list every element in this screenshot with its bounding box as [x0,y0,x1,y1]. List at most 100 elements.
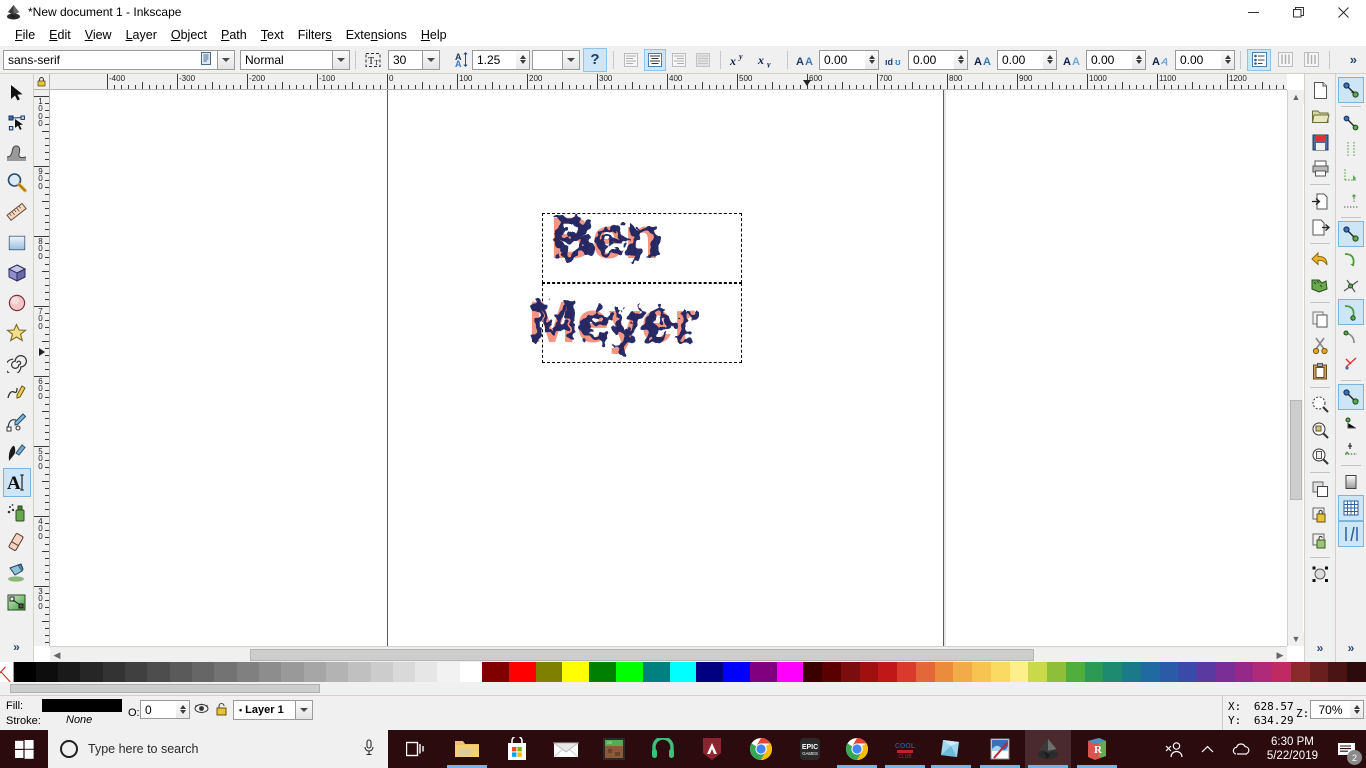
palette-swatch[interactable] [1197,662,1216,682]
vertical-scrollbar[interactable]: ▲ ▼ [1287,90,1304,646]
scroll-right-arrow[interactable]: ▶ [1273,647,1287,663]
menu-edit[interactable]: Edit [42,26,78,44]
palette-swatch[interactable] [990,662,1010,682]
show-hidden-icons-chevron[interactable] [1191,730,1225,768]
snap-path-button[interactable] [1338,247,1364,273]
palette-swatch[interactable] [1328,662,1348,682]
font-family-dropdown-arrow[interactable] [217,49,235,70]
palette-swatch[interactable] [370,662,393,682]
palette-swatch[interactable] [589,662,616,682]
zoom-page-button[interactable] [1307,443,1333,469]
snap-bbox-edge-midpoint-button[interactable] [1338,188,1364,214]
scroll-up-arrow[interactable]: ▲ [1288,90,1304,104]
word-spacing-stepper[interactable] [954,49,968,70]
palette-swatch[interactable] [615,662,643,682]
align-left-button[interactable] [620,49,642,71]
palette-swatch[interactable] [80,662,103,682]
taskbar-app-gaming-app[interactable]: COOL CLUB [882,730,928,768]
font-size-unit-icon[interactable]: T T [362,49,384,71]
redo-button[interactable] [1307,273,1333,299]
import-button[interactable] [1307,188,1333,214]
start-button[interactable] [0,730,48,768]
palette-swatch[interactable] [303,662,326,682]
palette-swatch[interactable] [1084,662,1104,682]
palette-swatch[interactable] [1028,662,1048,682]
palette-swatch[interactable] [102,662,126,682]
print-document-button[interactable] [1307,155,1333,181]
menu-object[interactable]: Object [164,26,214,44]
vertical-scroll-thumb[interactable] [1290,400,1302,500]
superscript-button[interactable]: x y [727,49,753,71]
group-button[interactable] [1307,502,1333,528]
palette-swatch[interactable] [392,662,416,682]
text-object-ben-meyer[interactable]: Ben Meyer Ben Meyer [520,200,770,380]
palette-scroll-thumb[interactable] [10,684,320,693]
node-tool[interactable] [3,108,31,137]
color-palette[interactable] [0,662,1366,682]
maximize-button[interactable] [1276,0,1321,24]
font-style-combo[interactable]: Normal [240,49,350,70]
taskbar-app-chrome[interactable] [738,730,784,768]
palette-swatch[interactable] [281,662,304,682]
toolbar-overflow-button[interactable]: » [1350,52,1363,67]
cut-button[interactable] [1307,332,1333,358]
menu-extensions[interactable]: Extensions [339,26,414,44]
palette-swatch[interactable] [1272,662,1291,682]
palette-swatch[interactable] [1309,662,1329,682]
scroll-down-arrow[interactable]: ▼ [1288,632,1304,646]
snap-smooth-node-button[interactable] [1338,325,1364,351]
align-center-button[interactable] [644,48,666,71]
taskbar-app-epic-games[interactable]: EPIC GAMES [787,730,833,768]
horizontal-scrollbar[interactable]: ◀ ▶ [50,646,1287,663]
vertical-ruler[interactable]: 1000 900 800 700 600 500 400 300 [34,90,50,646]
word-spacing-field[interactable]: 0.00 [908,49,968,70]
taskbar-app-roblox[interactable]: R [1074,730,1120,768]
copy-button[interactable] [1307,306,1333,332]
vertical-text-rl-button[interactable] [1273,49,1297,71]
gradient-tool[interactable] [3,588,31,617]
paste-button[interactable] [1307,358,1333,384]
unit-help-button[interactable]: ? [583,47,607,72]
eraser-tool[interactable] [3,528,31,557]
character-rotation-stepper[interactable] [1221,49,1235,70]
spray-tool[interactable] [3,498,31,527]
layer-selector[interactable]: • Layer 1 [233,700,313,720]
pencil-tool[interactable] [3,378,31,407]
palette-swatch[interactable] [1178,662,1198,682]
snap-bbox-corner-button[interactable] [1338,162,1364,188]
vertical-shift-field[interactable]: 0.00 [1086,49,1146,70]
palette-swatch[interactable] [803,662,823,682]
palette-swatch[interactable] [897,662,916,682]
palette-swatch[interactable] [878,662,898,682]
palette-swatch[interactable] [696,662,724,682]
snap-bounding-box-button[interactable] [1338,110,1364,136]
text-artwork[interactable]: Ben Meyer Ben Meyer [520,200,820,390]
palette-swatch[interactable] [125,662,148,682]
snap-text-baseline-button[interactable] [1338,436,1364,462]
taskbar-app-inkscape[interactable] [1025,730,1071,768]
line-spacing-unit-combo[interactable] [532,49,580,70]
tweak-tool[interactable] [3,138,31,167]
palette-swatch[interactable] [934,662,954,682]
drawing-canvas[interactable]: Ben Meyer Ben Meyer [50,90,1287,646]
layer-visibility-toggle[interactable] [194,702,209,718]
line-spacing-unit-arrow[interactable] [562,49,580,70]
open-document-button[interactable] [1307,103,1333,129]
palette-swatch[interactable] [214,662,237,682]
layer-dropdown-arrow[interactable] [295,700,313,720]
menu-text[interactable]: Text [254,26,291,44]
taskbar-app-discord[interactable] [640,730,686,768]
snap-cusp-node-button[interactable] [1338,299,1364,325]
search-box[interactable]: Type here to search [48,730,388,768]
palette-swatch[interactable] [1234,662,1254,682]
font-size-combo[interactable]: 30 [388,49,440,70]
letter-spacing-field[interactable]: 0.00 [819,49,879,70]
paintbucket-tool[interactable] [3,558,31,587]
palette-swatch[interactable] [35,662,59,682]
zoom-selection-button[interactable] [1307,391,1333,417]
selector-tool[interactable] [3,78,31,107]
menu-filters[interactable]: Filters [291,26,339,44]
palette-swatch[interactable] [859,662,879,682]
palette-swatch[interactable] [236,662,259,682]
menu-path[interactable]: Path [214,26,254,44]
